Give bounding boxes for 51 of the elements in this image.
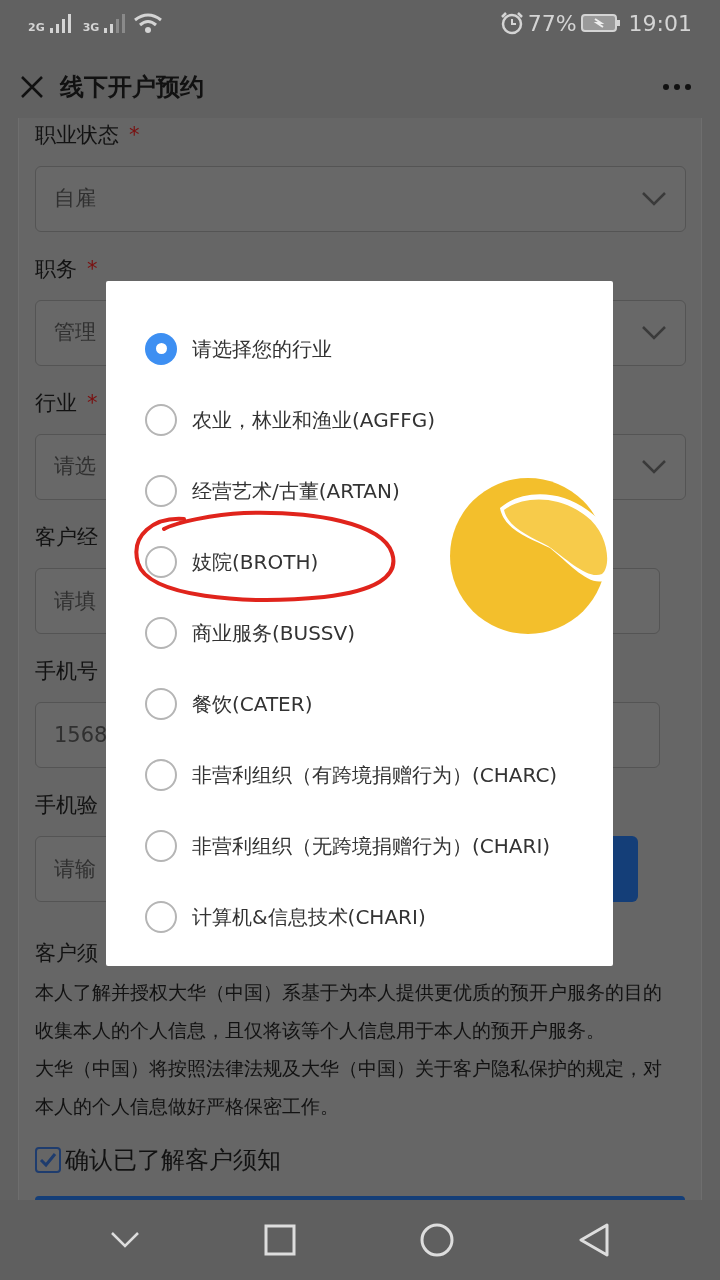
radio-button[interactable] [145, 403, 177, 436]
option-label[interactable]: 计算机&信息技术(CHARI) [192, 901, 426, 932]
notice-text: 大华（中国）将按照法律法规及大华（中国）关于客户隐私保护的规定，对本人的个人信息做好严格保密工作。 [35, 1056, 663, 1119]
network-label: 2G [28, 19, 45, 36]
option-label[interactable]: 商业服务(BUSSV) [192, 617, 356, 648]
option-label[interactable]: 请选择您的行业 [192, 333, 332, 364]
required-mark: * [129, 122, 140, 149]
battery-percent: 77% [527, 9, 577, 38]
home-icon[interactable] [420, 1223, 454, 1257]
option-label[interactable]: 餐饮(CATER) [192, 688, 313, 719]
checkbox-label: 确认已了解客户须知 [65, 1144, 281, 1176]
page-title: 线下开户预约 [60, 72, 204, 103]
radio-button[interactable] [145, 900, 177, 933]
option-label[interactable]: 妓院(BROTH) [192, 546, 319, 577]
required-mark: * [87, 390, 98, 417]
field-label: 职务 [35, 256, 77, 283]
more-icon[interactable] [662, 83, 692, 91]
recent-apps-icon[interactable] [264, 1224, 296, 1256]
chevron-down-icon [641, 191, 667, 207]
field-label: 职业状态 [35, 122, 119, 149]
field-label: 行业 [35, 390, 77, 417]
checkmark-icon [39, 1151, 57, 1168]
field-label: 客户经 [35, 524, 98, 551]
clock-time: 19:01 [628, 9, 692, 38]
back-icon[interactable] [578, 1223, 610, 1257]
battery-icon [580, 13, 621, 33]
wifi-icon [133, 12, 164, 34]
checkbox[interactable] [35, 1146, 61, 1173]
radio-button[interactable] [145, 687, 177, 720]
field-label: 手机号 [35, 658, 98, 685]
field-label: 手机验 [35, 792, 98, 819]
radio-button[interactable] [145, 545, 177, 578]
submit-button[interactable] [35, 1195, 685, 1200]
chevron-down-icon[interactable] [110, 1231, 140, 1249]
network-label: 3G [82, 19, 100, 36]
option-label[interactable]: 农业，林业和渔业(AGFFG) [192, 404, 435, 435]
required-mark: * [87, 256, 98, 283]
radio-button[interactable] [145, 829, 177, 862]
radio-button[interactable] [145, 474, 177, 507]
alarm-icon [499, 11, 524, 35]
chevron-down-icon [641, 325, 667, 341]
radio-button[interactable] [145, 332, 177, 365]
option-label[interactable]: 非营利组织（有跨境捐赠行为）(CHARC) [192, 759, 558, 790]
radio-button[interactable] [145, 616, 177, 649]
option-label[interactable]: 经营艺术/古董(ARTAN) [192, 475, 400, 506]
notice-text: 本人了解并授权大华（中国）系基于为本人提供更优质的预开户服务的目的收集本人的个人信息，且仅将该等个人信息用于本人的预开户服务。 [35, 980, 663, 1043]
chevron-down-icon [641, 459, 667, 475]
option-label[interactable]: 非营利组织（无跨境捐赠行为）(CHARI) [192, 830, 551, 861]
radio-button[interactable] [145, 758, 177, 791]
section-title: 客户须 [35, 940, 98, 967]
close-icon[interactable] [20, 75, 44, 99]
